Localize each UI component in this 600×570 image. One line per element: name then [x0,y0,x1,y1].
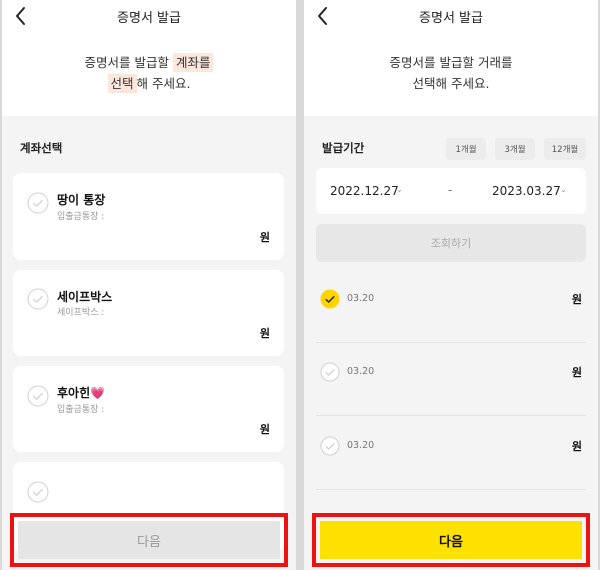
account-card[interactable]: 세이프박스 세이프박스 : 원 [13,270,284,356]
account-name: 세이프박스 [57,290,113,304]
account-balance: 원 [259,231,270,244]
intro-line1-prefix: 증명서를 발급할 [84,55,173,70]
check-circle-icon[interactable] [27,288,49,310]
check-circle-icon[interactable] [320,289,340,309]
chevron-down-icon[interactable]: ⌄ [560,185,567,194]
period-chip-12month[interactable]: 12개월 [544,138,586,160]
account-card[interactable]: 후아힌💗 입출금통장 : 원 [13,366,284,452]
account-type: 세이프박스 : [57,308,105,318]
transaction-row[interactable]: 03.20 원 [304,362,598,436]
account-type: 입출금통장 : [57,405,105,415]
account-name: 후아힌💗 [57,386,106,400]
account-balance: 원 [259,423,270,436]
intro-line2: 선택해 주세요. [412,76,490,91]
header: 증명서 발급 [2,0,296,34]
intro-text: 증명서를 발급할 계좌를 선택 해 주세요. [2,52,296,94]
divider [316,489,586,490]
period-label: 발급기간 [322,141,365,155]
header: 증명서 발급 [304,0,598,34]
next-button[interactable]: 다음 [18,521,280,559]
date-to[interactable]: 2023.03.27 [492,184,561,198]
check-circle-icon[interactable] [27,481,49,503]
account-card[interactable]: 땅이 통장 입출금통장 : 원 [13,173,284,260]
date-from[interactable]: 2022.12.27 [330,184,399,198]
account-select-screen: 증명서 발급 증명서를 발급할 계좌를 선택 해 주세요. 계좌선택 땅이 통장 … [2,0,296,570]
transaction-amount: 원 [571,366,582,379]
divider [316,342,586,343]
page-title: 증명서 발급 [419,11,483,26]
date-separator: - [448,183,453,197]
check-circle-icon[interactable] [27,385,49,407]
transaction-row[interactable]: 03.20 원 [304,436,598,510]
screenshot-stage: 증명서 발급 증명서를 발급할 계좌를 선택 해 주세요. 계좌선택 땅이 통장 … [0,0,600,570]
intro-highlight-select: 선택 [107,74,137,93]
next-button-highlight: 다음 [312,513,590,567]
intro-line2-suffix: 해 주세요. [136,76,191,91]
check-circle-icon[interactable] [27,192,49,214]
transaction-date: 03.20 [347,293,375,304]
section-title: 계좌선택 [20,141,63,155]
transaction-select-screen: 증명서 발급 증명서를 발급할 거래를 선택해 주세요. 발급기간 1개월 3개… [304,0,598,570]
chevron-down-icon[interactable]: ⌄ [396,185,403,194]
divider [316,415,586,416]
account-name: 땅이 통장 [57,193,106,207]
transaction-date: 03.20 [347,366,375,377]
account-balance: 원 [259,327,270,340]
intro-line1: 증명서를 발급할 거래를 [389,55,513,70]
transaction-date: 03.20 [347,440,375,451]
check-circle-icon[interactable] [320,362,340,382]
query-button[interactable]: 조회하기 [316,224,586,262]
check-circle-icon[interactable] [320,436,340,456]
account-type: 입출금통장 : [57,212,105,222]
date-range-picker: 2022.12.27 ⌄ - 2023.03.27 ⌄ [316,168,586,214]
intro-text: 증명서를 발급할 거래를 선택해 주세요. [304,52,598,94]
period-chip-1month[interactable]: 1개월 [446,138,486,160]
next-button[interactable]: 다음 [320,521,582,559]
transaction-amount: 원 [571,440,582,453]
transaction-row[interactable]: 03.20 원 [304,289,598,363]
next-button-highlight: 다음 [10,513,288,567]
page-title: 증명서 발급 [117,11,181,26]
intro-highlight-account: 계좌를 [172,53,214,72]
period-chip-3month[interactable]: 3개월 [495,138,535,160]
transaction-amount: 원 [571,293,582,306]
